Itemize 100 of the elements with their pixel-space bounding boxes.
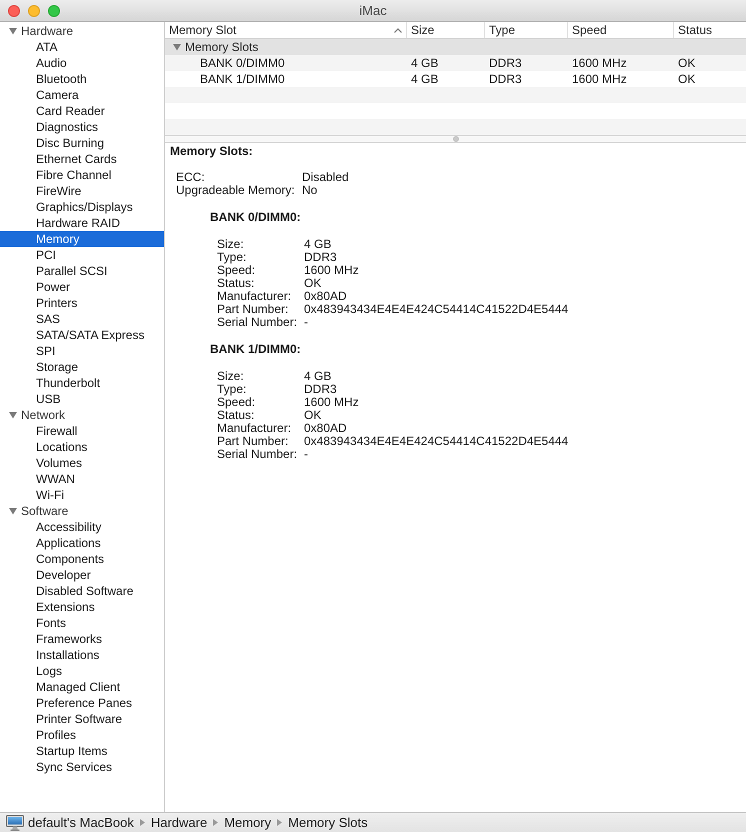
sidebar-item[interactable]: PCI: [0, 247, 164, 263]
field-value: Disabled: [302, 171, 349, 184]
sidebar-item[interactable]: Sync Services: [0, 759, 164, 775]
field-value: 0x80AD: [304, 290, 348, 303]
sidebar-item[interactable]: SATA/SATA Express: [0, 327, 164, 343]
sidebar-section[interactable]: Software: [0, 503, 164, 519]
grip-dot-icon: [452, 136, 458, 142]
sidebar-section[interactable]: Network: [0, 407, 164, 423]
sidebar-item[interactable]: Parallel SCSI: [0, 263, 164, 279]
sidebar-item[interactable]: Memory: [0, 231, 164, 247]
sidebar-item[interactable]: Managed Client: [0, 679, 164, 695]
sidebar-item[interactable]: WWAN: [0, 471, 164, 487]
sidebar-item[interactable]: Camera: [0, 87, 164, 103]
sidebar-item[interactable]: Startup Items: [0, 743, 164, 759]
sidebar-item[interactable]: SPI: [0, 343, 164, 359]
table-cell-text: OK: [677, 55, 696, 71]
field-value: DDR3: [304, 383, 338, 396]
column-header[interactable]: Status: [674, 22, 746, 38]
field-label: Size:: [217, 238, 245, 251]
breadcrumb-item[interactable]: Memory Slots: [288, 814, 368, 830]
sidebar-item[interactable]: Hardware RAID: [0, 215, 164, 231]
sidebar-item[interactable]: Installations: [0, 647, 164, 663]
sidebar-item[interactable]: Disc Burning: [0, 135, 164, 151]
sidebar-item[interactable]: Fibre Channel: [0, 167, 164, 183]
sidebar-item[interactable]: Firewall: [0, 423, 164, 439]
table-cell-text: 4 GB: [410, 55, 440, 71]
sidebar-item[interactable]: Fonts: [0, 615, 164, 631]
close-button[interactable]: [8, 5, 20, 17]
sidebar-item[interactable]: Volumes: [0, 455, 164, 471]
breadcrumb-item[interactable]: Hardware: [150, 814, 208, 830]
disclosure-triangle-icon[interactable]: [9, 507, 17, 515]
breadcrumb-item[interactable]: default's MacBook: [28, 814, 134, 830]
table-cell-text: DDR3: [488, 71, 523, 87]
sidebar-item[interactable]: Storage: [0, 359, 164, 375]
field-label: Speed:: [217, 264, 256, 277]
field-label: Status:: [217, 277, 256, 290]
field-label: Manufacturer:: [217, 422, 292, 435]
sidebar-section[interactable]: Hardware: [0, 23, 164, 39]
sidebar-item[interactable]: Preference Panes: [0, 695, 164, 711]
field-label: Type:: [217, 251, 248, 264]
sidebar-item[interactable]: Locations: [0, 439, 164, 455]
field-value: DDR3: [304, 251, 338, 264]
sidebar-item[interactable]: Developer: [0, 567, 164, 583]
sidebar-item[interactable]: USB: [0, 391, 164, 407]
sidebar-item[interactable]: Extensions: [0, 599, 164, 615]
field-value: 0x483943434E4E4E424C54414C41522D4E5444: [304, 435, 568, 448]
field-label: Serial Number:: [217, 448, 298, 461]
sidebar-item[interactable]: Diagnostics: [0, 119, 164, 135]
table-group-row[interactable]: Memory Slots: [165, 39, 746, 55]
sidebar-item[interactable]: Thunderbolt: [0, 375, 164, 391]
field-label: Part Number:: [217, 303, 290, 316]
field-value: No: [302, 184, 318, 197]
sidebar-item[interactable]: Logs: [0, 663, 164, 679]
field-value: 4 GB: [304, 370, 332, 383]
sidebar-item[interactable]: Graphics/Displays: [0, 199, 164, 215]
column-header[interactable]: Memory Slot: [165, 22, 407, 38]
bank-heading: BANK 1/DIMM0:: [210, 343, 302, 356]
sidebar-item[interactable]: SAS: [0, 311, 164, 327]
sidebar-item[interactable]: Printers: [0, 295, 164, 311]
sidebar-item[interactable]: Components: [0, 551, 164, 567]
field-value: 4 GB: [304, 238, 332, 251]
sidebar-item[interactable]: Card Reader: [0, 103, 164, 119]
sidebar-item[interactable]: Wi-Fi: [0, 487, 164, 503]
sidebar-item[interactable]: Printer Software: [0, 711, 164, 727]
sidebar-item[interactable]: Audio: [0, 55, 164, 71]
sidebar-item[interactable]: Frameworks: [0, 631, 164, 647]
column-header[interactable]: Size: [407, 22, 485, 38]
computer-icon: [6, 814, 24, 830]
field-value: -: [304, 316, 309, 329]
disclosure-triangle-icon[interactable]: [9, 27, 17, 35]
field-label: Type:: [217, 383, 248, 396]
field-label: Speed:: [217, 396, 256, 409]
table-cell-text: BANK 0/DIMM0: [199, 55, 286, 71]
sidebar-item[interactable]: Applications: [0, 535, 164, 551]
field-label: Serial Number:: [217, 316, 298, 329]
sort-caret-icon: [394, 28, 402, 32]
minimize-button[interactable]: [28, 5, 40, 17]
field-label: Size:: [217, 370, 245, 383]
field-label: ECC:: [176, 171, 206, 184]
sidebar-item[interactable]: ATA: [0, 39, 164, 55]
breadcrumb-separator-icon: [140, 819, 145, 826]
section-heading: Memory Slots:: [170, 144, 254, 158]
field-value: 1600 MHz: [304, 396, 360, 409]
sidebar-item[interactable]: FireWire: [0, 183, 164, 199]
disclosure-triangle-icon[interactable]: [9, 411, 17, 419]
column-header[interactable]: Type: [485, 22, 568, 38]
field-value: OK: [304, 409, 322, 422]
breadcrumb-separator-icon: [277, 819, 282, 826]
sidebar-item[interactable]: Profiles: [0, 727, 164, 743]
field-value: 0x80AD: [304, 422, 348, 435]
breadcrumb-item[interactable]: Memory: [224, 814, 272, 830]
column-header[interactable]: Speed: [568, 22, 674, 38]
sidebar-item[interactable]: Bluetooth: [0, 71, 164, 87]
sidebar-item[interactable]: Accessibility: [0, 519, 164, 535]
disclosure-triangle-icon[interactable]: [173, 43, 181, 51]
table-cell-text: DDR3: [488, 55, 523, 71]
sidebar-item[interactable]: Power: [0, 279, 164, 295]
sidebar-item[interactable]: Disabled Software: [0, 583, 164, 599]
zoom-button[interactable]: [48, 5, 60, 17]
sidebar-item[interactable]: Ethernet Cards: [0, 151, 164, 167]
